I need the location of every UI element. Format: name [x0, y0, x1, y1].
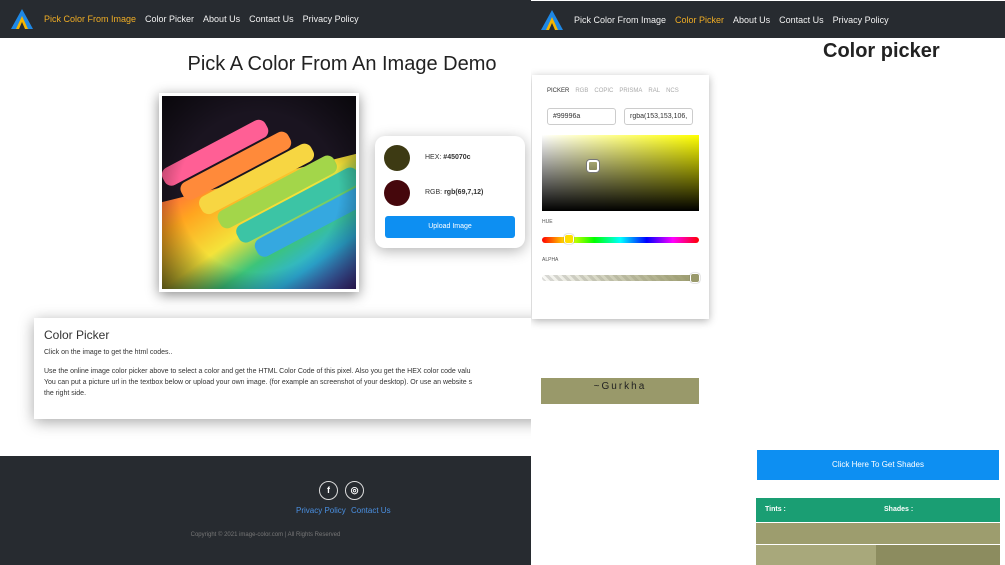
upload-image-button[interactable]: Upload Image [385, 216, 515, 238]
logo-icon[interactable] [540, 9, 564, 31]
hue-label: HUE [542, 219, 553, 225]
color-picker-info-card: Color Picker Click on the image to get t… [34, 318, 531, 419]
nav-privacy-policy[interactable]: Privacy Policy [303, 14, 359, 24]
nav-pick-color-from-image[interactable]: Pick Color From Image [44, 14, 136, 24]
hex-input[interactable] [547, 108, 616, 125]
tab-copic[interactable]: COPIC [594, 88, 613, 94]
hue-slider[interactable] [542, 234, 699, 244]
saturation-brightness-handle[interactable] [587, 160, 599, 172]
nav-pick-color-from-image[interactable]: Pick Color From Image [574, 15, 666, 25]
alpha-slider[interactable] [542, 273, 700, 283]
nav-color-picker[interactable]: Color Picker [145, 14, 194, 24]
saturation-brightness-area[interactable] [542, 135, 699, 211]
source-image-pastel-chalks[interactable] [159, 93, 359, 292]
rgba-input[interactable] [624, 108, 693, 125]
nav-contact-us[interactable]: Contact Us [249, 14, 294, 24]
nav-privacy-policy[interactable]: Privacy Policy [833, 15, 889, 25]
left-panel-pick-from-image: Pick Color From Image Color Picker About… [0, 0, 531, 565]
copyright: Copyright © 2021 image-color.com | All R… [190, 532, 341, 538]
shade-swatch[interactable] [876, 545, 1000, 565]
hue-slider-handle[interactable] [564, 234, 574, 244]
top-nav: Pick Color From Image Color Picker About… [0, 0, 531, 38]
picker-tabs: PICKER RGB COPIC PRISMA RAL NCS [547, 88, 685, 94]
tab-picker[interactable]: PICKER [547, 88, 569, 94]
get-shades-button[interactable]: Click Here To Get Shades [757, 450, 999, 480]
rgb-readout: RGB: rgb(69,7,12) [425, 189, 484, 196]
hex-readout: HEX: #45070c [425, 154, 471, 161]
rgb-color-swatch [384, 180, 410, 206]
alpha-slider-handle[interactable] [690, 273, 700, 283]
tab-rgb[interactable]: RGB [575, 88, 588, 94]
tab-prisma[interactable]: PRISMA [619, 88, 642, 94]
color-name-display: ~Gurkha [541, 378, 699, 404]
color-picker-widget: PICKER RGB COPIC PRISMA RAL NCS HUE ALPH… [532, 75, 709, 319]
right-panel-color-picker: Pick Color From Image Color Picker About… [531, 0, 1005, 565]
tints-header: Tints : [765, 506, 786, 513]
info-instruction: Click on the image to get the html codes… [44, 349, 173, 356]
footer-contact-us-link[interactable]: Contact Us [351, 506, 391, 515]
nav-about-us[interactable]: About Us [203, 14, 240, 24]
footer: f ◎ Privacy Policy Contact Us Copyright … [0, 456, 531, 565]
info-description: Use the online image color picker above … [44, 368, 473, 397]
tints-shades-table-header: Tints : Shades : [756, 498, 1000, 522]
tint-swatch[interactable] [756, 545, 876, 565]
logo-icon[interactable] [10, 8, 34, 30]
hex-color-swatch [384, 145, 410, 171]
tint-shade-row[interactable] [756, 523, 1000, 544]
picked-color-card: HEX: #45070c RGB: rgb(69,7,12) Upload Im… [375, 136, 525, 248]
nav-about-us[interactable]: About Us [733, 15, 770, 25]
alpha-label: ALPHA [542, 257, 559, 263]
facebook-icon[interactable]: f [319, 481, 338, 500]
top-nav: Pick Color From Image Color Picker About… [531, 1, 1005, 38]
tab-ral[interactable]: RAL [648, 88, 660, 94]
info-title: Color Picker [44, 328, 110, 342]
page-title: Color picker [823, 40, 940, 62]
nav-contact-us[interactable]: Contact Us [779, 15, 824, 25]
nav-color-picker[interactable]: Color Picker [675, 15, 724, 25]
tab-ncs[interactable]: NCS [666, 88, 679, 94]
instagram-icon[interactable]: ◎ [345, 481, 364, 500]
page-title: Pick A Color From An Image Demo [187, 53, 497, 75]
footer-privacy-policy-link[interactable]: Privacy Policy [296, 506, 346, 515]
shades-header: Shades : [884, 506, 914, 513]
